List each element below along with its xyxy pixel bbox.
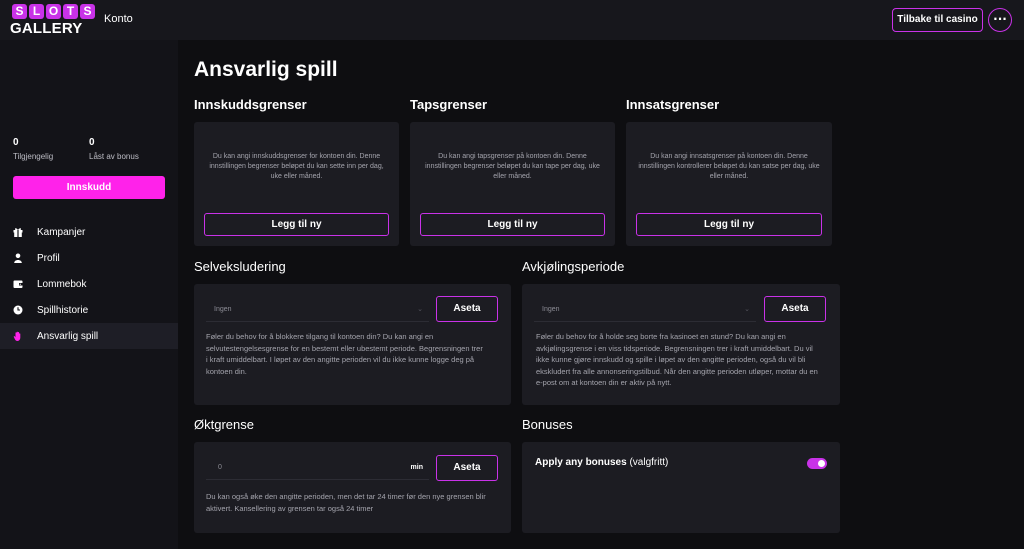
gift-icon: [13, 227, 23, 237]
loss-limits-card: Du kan angi tapsgrenser på kontoen din. …: [410, 122, 615, 246]
sidebar: 0 Tilgjengelig 0 Låst av bonus Innskudd …: [0, 40, 178, 549]
self-exclusion-card: Ingen ⌄ Aseta Føler du behov for å blokk…: [194, 284, 511, 405]
cooling-period-set-button[interactable]: Aseta: [764, 296, 826, 322]
add-wager-limit-button[interactable]: Legg til ny: [636, 213, 822, 236]
sidebar-item-spillhistorie[interactable]: Spillhistorie: [0, 297, 178, 323]
page-title: Ansvarlig spill: [194, 58, 338, 81]
add-deposit-limit-button[interactable]: Legg til ny: [204, 213, 389, 236]
chevron-down-icon: ⌄: [417, 306, 423, 313]
apply-bonuses-label: Apply any bonuses (valgfritt): [535, 457, 669, 468]
more-menu-button[interactable]: ···: [988, 8, 1012, 32]
session-limit-card: 0 min Aseta Du kan også øke den angitte …: [194, 442, 511, 533]
wager-limits-title: Innsatsgrenser: [626, 97, 720, 112]
balance-available: 0 Tilgjengelig: [13, 137, 54, 162]
deposit-limits-card: Du kan angi innskuddsgrenser for kontoen…: [194, 122, 399, 246]
add-loss-limit-button[interactable]: Legg til ny: [420, 213, 605, 236]
bonuses-card: Apply any bonuses (valgfritt): [522, 442, 840, 533]
logo-gallery-text: GALLERY: [10, 20, 83, 37]
user-icon: [13, 253, 23, 263]
bonuses-title: Bonuses: [522, 417, 573, 432]
session-limit-title: Øktgrense: [194, 417, 254, 432]
back-to-casino-button[interactable]: Tilbake til casino: [892, 8, 983, 32]
top-bar: S L O T S GALLERY Konto Tilbake til casi…: [0, 0, 1024, 40]
cooling-period-card: Ingen ⌄ Aseta Føler du behov for å holde…: [522, 284, 840, 405]
wager-limits-card: Du kan angi innsatsgrenser på kontoen di…: [626, 122, 832, 246]
session-limit-input[interactable]: 0 min: [206, 455, 429, 480]
toggle-knob: [818, 460, 825, 467]
session-limit-set-button[interactable]: Aseta: [436, 455, 498, 481]
balance-bonus-locked: 0 Låst av bonus: [89, 137, 139, 162]
sidebar-item-lommebok[interactable]: Lommebok: [0, 271, 178, 297]
cooling-period-title: Avkjølingsperiode: [522, 259, 625, 274]
sidebar-item-profil[interactable]: Profil: [0, 245, 178, 271]
loss-limits-title: Tapsgrenser: [410, 97, 488, 112]
deposit-button[interactable]: Innskudd: [13, 176, 165, 199]
wallet-icon: [13, 279, 23, 289]
chevron-down-icon: ⌄: [744, 306, 750, 313]
sidebar-item-kampanjer[interactable]: Kampanjer: [0, 219, 178, 245]
self-exclusion-set-button[interactable]: Aseta: [436, 296, 498, 322]
hand-icon: [13, 331, 23, 341]
page-section-title: Konto: [104, 13, 133, 25]
cooling-period-description: Føler du behov for å holde seg borte fra…: [536, 332, 818, 387]
self-exclusion-description: Føler du behov for å blokkere tilgang ti…: [206, 332, 483, 376]
logo-slots-letters: S L O T S: [12, 4, 95, 19]
main-content: Ansvarlig spill Innskuddsgrenser Du kan …: [178, 40, 1024, 549]
session-limit-description: Du kan også øke den angitte perioden, me…: [206, 492, 486, 513]
cooling-period-select[interactable]: Ingen ⌄: [534, 297, 756, 322]
self-exclusion-period-select[interactable]: Ingen ⌄: [206, 297, 429, 322]
slots-gallery-logo[interactable]: S L O T S GALLERY: [10, 3, 95, 37]
sidebar-item-ansvarlig-spill[interactable]: Ansvarlig spill: [0, 323, 178, 349]
clock-icon: [13, 305, 23, 315]
apply-bonuses-toggle[interactable]: [807, 458, 827, 469]
deposit-limits-title: Innskuddsgrenser: [194, 97, 307, 112]
self-exclusion-title: Selveksludering: [194, 259, 286, 274]
more-horizontal-icon: ···: [993, 12, 1007, 26]
